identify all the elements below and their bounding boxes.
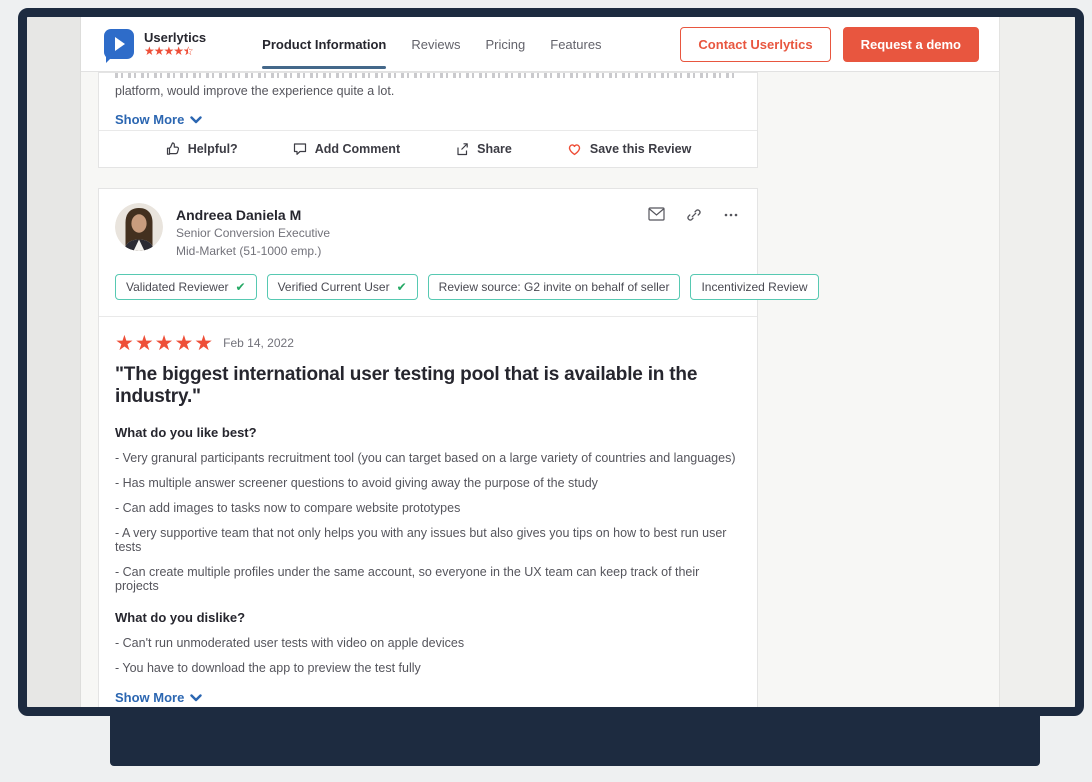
share-button[interactable]: Share: [454, 141, 512, 157]
email-icon[interactable]: [648, 207, 665, 221]
right-gutter: [1000, 17, 1075, 707]
avatar-photo: [115, 203, 163, 251]
screen: Userlytics ★★★★☆★ Product Information Re…: [27, 17, 1075, 707]
save-review-button[interactable]: Save this Review: [566, 141, 691, 157]
webpage: Userlytics ★★★★☆★ Product Information Re…: [80, 17, 1000, 707]
reviews-feed: platform, would improve the experience q…: [81, 72, 999, 707]
review-rating-stars: ★★★★★: [115, 331, 215, 355]
brand-name: Userlytics: [144, 30, 207, 45]
badge-label: Review source: G2 invite on behalf of se…: [438, 280, 670, 294]
tab-pricing[interactable]: Pricing: [486, 17, 526, 72]
laptop-screen-frame: Userlytics ★★★★☆★ Product Information Re…: [18, 8, 1084, 716]
userlytics-logo-icon[interactable]: [104, 29, 134, 59]
review-card-icons: [648, 203, 739, 223]
site-header: Userlytics ★★★★☆★ Product Information Re…: [81, 17, 999, 72]
reviewer-segment: Mid-Market (51-1000 emp.): [176, 244, 322, 258]
half-star-icon: ☆★: [183, 44, 194, 58]
play-icon: [115, 37, 125, 51]
like-point: - Can add images to tasks now to compare…: [115, 501, 461, 515]
add-comment-button[interactable]: Add Comment: [292, 141, 400, 157]
dislike-point: - You have to download the app to previe…: [115, 661, 421, 675]
laptop-base: [110, 715, 1040, 766]
like-heading: What do you like best?: [115, 425, 257, 440]
helpful-button[interactable]: Helpful?: [165, 141, 238, 157]
like-point: - Has multiple answer screener questions…: [115, 476, 598, 490]
reviewer-name: Andreea Daniela M: [176, 207, 302, 223]
request-demo-button[interactable]: Request a demo: [842, 26, 979, 62]
more-options-icon[interactable]: [723, 207, 739, 223]
tab-features[interactable]: Features: [550, 17, 601, 72]
badge-incentivized-review: Incentivized Review: [690, 274, 819, 300]
share-icon: [457, 143, 468, 156]
show-more-label: Show More: [115, 112, 185, 127]
badge-label: Verified Current User: [277, 280, 390, 294]
badge-review-source: Review source: G2 invite on behalf of se…: [427, 274, 681, 300]
review-date: Feb 14, 2022: [223, 336, 294, 350]
tab-reviews[interactable]: Reviews: [411, 17, 460, 72]
badge-validated-reviewer: Validated Reviewer ✔: [115, 274, 257, 300]
show-more-link[interactable]: Show More: [115, 112, 757, 127]
helpful-label: Helpful?: [187, 142, 238, 156]
like-point: - A very supportive team that not only h…: [115, 526, 727, 554]
badge-verified-current-user: Verified Current User ✔: [266, 274, 418, 300]
save-review-label: Save this Review: [589, 142, 692, 156]
share-label: Share: [477, 142, 512, 156]
header-nav: Product Information Reviews Pricing Feat…: [262, 17, 626, 72]
review-actions-bar: Helpful? Add Comment Share Save this Rev…: [99, 130, 757, 167]
comment-icon: [293, 143, 306, 155]
reviewer-avatar: [115, 203, 163, 251]
brand-block: Userlytics ★★★★☆★: [144, 30, 206, 58]
review-card-andreea: Andreea Daniela M Senior Conversion Exec…: [98, 188, 819, 707]
review-card-header: Andreea Daniela M Senior Conversion Exec…: [99, 189, 819, 316]
show-more-link[interactable]: Show More: [115, 690, 203, 705]
left-gutter: [27, 17, 80, 707]
review-title: "The biggest international user testing …: [115, 364, 698, 407]
review-card-partial-top: platform, would improve the experience q…: [98, 72, 758, 168]
review-text: platform, would improve the experience q…: [115, 84, 395, 98]
check-icon: ✔: [235, 280, 246, 294]
heart-icon: [568, 144, 581, 156]
show-more-label: Show More: [115, 690, 185, 705]
check-icon: ✔: [396, 280, 407, 294]
reviewer-info: Andreea Daniela M Senior Conversion Exec…: [176, 203, 330, 259]
tab-product-information[interactable]: Product Information: [262, 17, 387, 72]
brand-rating-stars: ★★★★☆★: [144, 44, 194, 58]
like-point: - Very granural participants recruitment…: [115, 451, 736, 465]
chevron-down-icon: [190, 115, 203, 123]
contact-userlytics-button[interactable]: Contact Userlytics: [680, 26, 831, 62]
review-badges: Validated Reviewer ✔ Verified Current Us…: [115, 274, 819, 300]
thumbs-up-icon: [166, 142, 179, 155]
badge-label: Incentivized Review: [701, 280, 808, 294]
reviewer-role: Senior Conversion Executive: [176, 226, 331, 240]
add-comment-label: Add Comment: [314, 142, 401, 156]
like-point: - Can create multiple profiles under the…: [115, 565, 700, 593]
clipped-text-line: [115, 73, 737, 78]
review-body: ★★★★★ Feb 14, 2022 "The biggest internat…: [99, 317, 757, 707]
badge-label: Validated Reviewer: [126, 280, 229, 294]
link-icon[interactable]: [686, 207, 702, 223]
chevron-down-icon: [190, 693, 203, 701]
dislike-heading: What do you dislike?: [115, 610, 246, 625]
dislike-point: - Can't run unmoderated user tests with …: [115, 636, 465, 650]
